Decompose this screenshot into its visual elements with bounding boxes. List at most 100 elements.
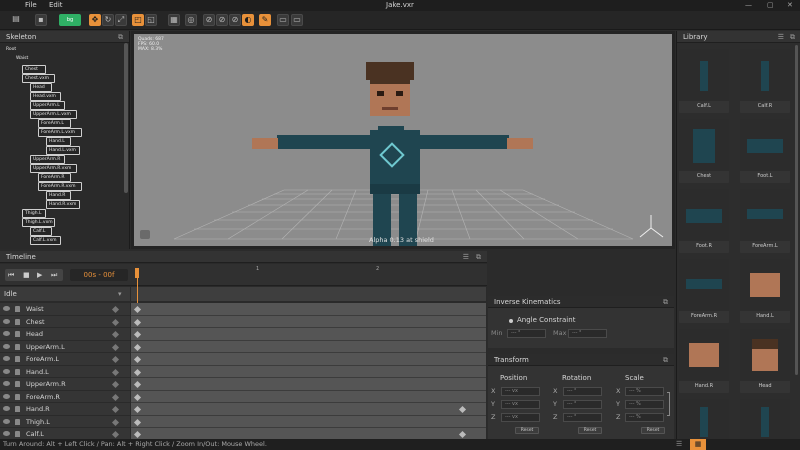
lock-icon[interactable] xyxy=(15,368,20,375)
rot-y-input[interactable]: --- ° xyxy=(563,400,602,409)
eye-icon[interactable] xyxy=(3,331,10,336)
scale-z-input[interactable]: --- % xyxy=(625,413,664,422)
world-space-icon[interactable]: ◱ xyxy=(145,14,157,26)
library-item[interactable]: Calf.L xyxy=(679,49,729,113)
track-lane[interactable] xyxy=(131,390,486,403)
ik-max-input[interactable]: --- ° xyxy=(568,329,607,338)
track-row[interactable]: Head xyxy=(0,328,130,341)
grid-view-icon[interactable]: ▦ xyxy=(690,439,706,450)
track-row[interactable]: Waist xyxy=(0,303,130,316)
eye-icon[interactable] xyxy=(3,406,10,411)
track-lane[interactable] xyxy=(131,315,486,328)
lock-icon[interactable] xyxy=(15,356,20,362)
tree-node-head[interactable]: Head xyxy=(30,83,52,92)
library-item[interactable]: Foot.R xyxy=(679,189,729,253)
keyframe-toggle-icon[interactable] xyxy=(111,380,120,389)
track-lane[interactable] xyxy=(131,303,486,316)
tree-node-forearm-r[interactable]: ForeArm.R xyxy=(38,173,71,182)
pin-icon[interactable]: ⧉ xyxy=(118,31,123,43)
angle-constraint-checkbox[interactable] xyxy=(509,319,513,323)
tree-node-thigh-l[interactable]: Thigh.L xyxy=(22,209,46,218)
tree-node-upperarm-r-vxm[interactable]: UpperArm.R.vxm xyxy=(30,164,77,173)
play-icon[interactable]: ▶ xyxy=(37,271,42,279)
folder-icon[interactable]: ▤ xyxy=(10,14,22,26)
library-item[interactable]: ForeArm.R xyxy=(679,259,729,323)
tree-node-forearm-l[interactable]: ForeArm.L xyxy=(38,119,71,128)
track-row[interactable]: UpperArm.R xyxy=(0,378,130,391)
timeline-menu-icon[interactable]: ☰ xyxy=(463,251,469,263)
rot-x-input[interactable]: --- ° xyxy=(563,387,602,396)
tree-node-root[interactable]: Root xyxy=(4,46,18,55)
track-row[interactable]: ForeArm.L xyxy=(0,353,130,366)
clip-key-icon[interactable]: ▾ xyxy=(118,287,122,301)
move-icon[interactable]: ✥ xyxy=(89,14,101,26)
current-time[interactable]: 00s - 00f xyxy=(70,269,128,281)
keyframe-toggle-icon[interactable] xyxy=(111,405,120,414)
lock-icon[interactable] xyxy=(15,381,20,387)
viewport-3d[interactable]: Quads: 687 FPS: 60.0 MAX: 8.3% Alpha 0.1… xyxy=(134,34,672,246)
library-item[interactable]: Chest xyxy=(679,119,729,183)
library-menu-icon[interactable]: ☰ xyxy=(778,31,784,43)
rot-z-input[interactable]: --- ° xyxy=(563,413,602,422)
list-view-icon[interactable]: ☰ xyxy=(676,440,682,448)
tree-node-chest[interactable]: Chest xyxy=(22,65,46,74)
clip-row[interactable]: Idle ▾ xyxy=(0,287,130,301)
library-item[interactable]: Hand.L xyxy=(740,259,790,323)
keyframe-toggle-icon[interactable] xyxy=(111,343,120,351)
eye-icon[interactable] xyxy=(3,356,10,361)
viewport-camera-icon[interactable] xyxy=(140,230,150,239)
eye-icon[interactable] xyxy=(3,431,10,436)
tree-node-forearm-r-vxm[interactable]: ForeArm.R.vxm xyxy=(38,182,82,191)
menu-edit[interactable]: Edit xyxy=(49,1,63,9)
track-lane[interactable] xyxy=(131,378,486,391)
lock-icon[interactable] xyxy=(15,306,20,312)
library-item[interactable] xyxy=(740,399,790,439)
eye-icon[interactable] xyxy=(3,343,10,349)
maximize-button[interactable]: ▢ xyxy=(767,1,774,9)
keyframe-toggle-icon[interactable] xyxy=(111,430,120,439)
eye-icon[interactable] xyxy=(3,368,10,374)
tree-node-hand-r-vxm[interactable]: Hand.R.vxm xyxy=(46,200,80,209)
save-icon[interactable]: ▪ xyxy=(35,14,47,26)
lock-icon[interactable] xyxy=(15,418,20,425)
track-row[interactable]: Chest xyxy=(0,315,130,328)
reset-scale-button[interactable]: Reset xyxy=(641,427,665,434)
skeleton-scrollbar[interactable] xyxy=(124,43,128,193)
library-item[interactable]: Calf.R xyxy=(740,49,790,113)
track-lane[interactable] xyxy=(131,340,486,353)
menu-file[interactable]: File xyxy=(25,1,37,9)
eye-icon[interactable] xyxy=(3,418,10,424)
lock-icon[interactable] xyxy=(15,393,20,400)
tree-node-upperarm-r[interactable]: UpperArm.R xyxy=(30,155,65,164)
track-lane[interactable] xyxy=(131,365,486,378)
lock-icon[interactable] xyxy=(15,343,20,350)
ik-pin-icon[interactable]: ⧉ xyxy=(663,296,668,308)
track-lane[interactable] xyxy=(131,403,486,416)
keyframe-toggle-icon[interactable] xyxy=(111,318,120,326)
last-frame-icon[interactable]: ⏭ xyxy=(51,271,57,280)
bone-tool-2-icon[interactable]: ⊘ xyxy=(216,14,228,26)
track-row[interactable]: Hand.L xyxy=(0,365,130,378)
timeline-pin-icon[interactable]: ⧉ xyxy=(476,251,481,263)
bone-tool-1-icon[interactable]: ⊘ xyxy=(203,14,215,26)
track-row[interactable]: Hand.R xyxy=(0,403,130,416)
library-scrollbar[interactable] xyxy=(795,45,798,375)
tree-node-thigh-l-vxm[interactable]: Thigh.L.vxm xyxy=(22,218,55,227)
close-button[interactable]: ✕ xyxy=(787,1,793,9)
tree-node-chest-vxm[interactable]: Chest.vxm xyxy=(22,74,55,83)
track-row[interactable]: Calf.L xyxy=(0,428,130,439)
track-lane[interactable] xyxy=(131,428,486,439)
stop-icon[interactable]: ■ xyxy=(23,271,30,279)
track-row[interactable]: UpperArm.L xyxy=(0,340,130,353)
scale-icon[interactable]: ⤢ xyxy=(115,14,127,26)
eye-icon[interactable] xyxy=(3,381,10,386)
pos-z-input[interactable]: --- vx xyxy=(501,413,540,422)
keyframe-toggle-icon[interactable] xyxy=(111,330,120,339)
library-item[interactable]: Head xyxy=(740,329,790,393)
track-lane[interactable] xyxy=(131,415,486,428)
eye-icon[interactable] xyxy=(3,318,10,324)
lock-icon[interactable] xyxy=(15,406,20,412)
keyframe-toggle-icon[interactable] xyxy=(111,368,120,376)
tree-node-hand-l-vxm[interactable]: Hand.L.vxm xyxy=(46,146,80,155)
layer-icon[interactable]: ▭ xyxy=(277,14,289,26)
